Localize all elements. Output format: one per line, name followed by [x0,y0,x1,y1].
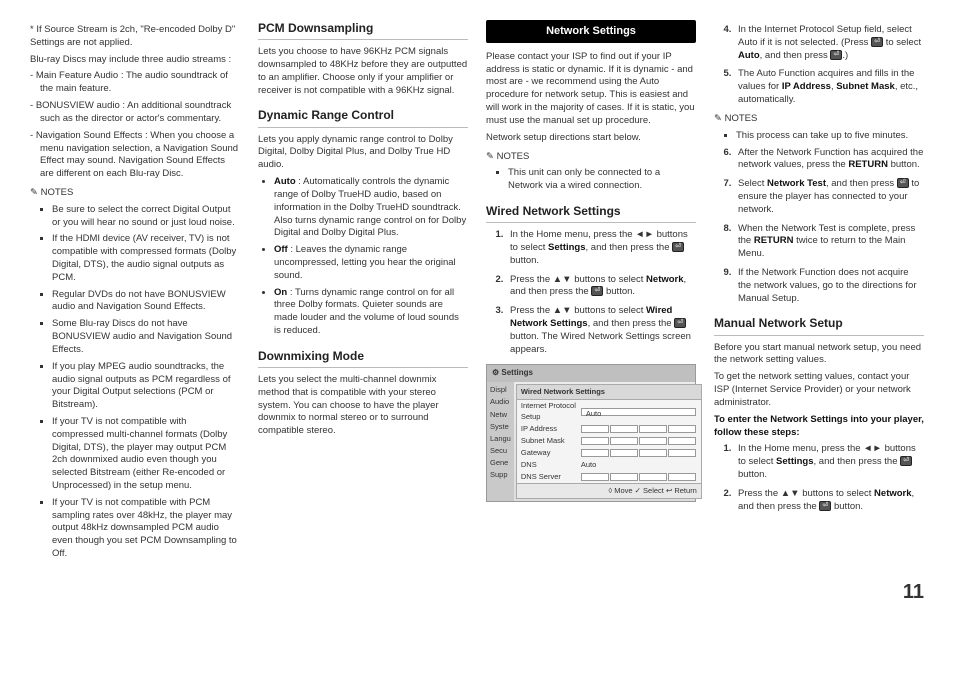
list-item: Press the ▲▼ buttons to select Wired Net… [506,305,696,356]
dialog-row: Internet Protocol SetupAuto [517,400,701,422]
list-item: BONUSVIEW audio : An additional soundtra… [40,100,240,126]
enter-icon [591,286,603,296]
column-2: PCM Downsampling Lets you choose to have… [258,20,468,565]
manual-p1: Before you start manual network setup, y… [714,342,924,368]
list-item: Off : Leaves the dynamic range uncompres… [274,244,468,282]
intro-line: Blu-ray Discs may include three audio st… [30,54,240,67]
column-3: Network Settings Please contact your ISP… [486,20,696,565]
net-body2: Network setup directions start below. [486,132,696,145]
drc-title: Dynamic Range Control [258,107,468,127]
wired-steps: In the Home menu, press the ◄► buttons t… [486,229,696,356]
sidebar-item: Secu [488,445,513,457]
column-1: * If Source Stream is 2ch, "Re-encoded D… [30,20,240,565]
wired-steps-cont: In the Internet Protocol Setup field, se… [714,24,924,107]
list-item: When the Network Test is complete, press… [734,223,924,261]
sidebar-item: Syste [488,421,513,433]
dialog-title: Wired Network Settings [517,385,701,400]
list-item: Press the ▲▼ buttons to select Network, … [734,488,924,514]
list-item: This unit can only be connected to a Net… [508,167,696,193]
list-item: Regular DVDs do not have BONUSVIEW audio… [52,289,240,315]
dialog-row: DNSAuto [517,459,701,471]
wired-title: Wired Network Settings [486,203,696,223]
net-body1: Please contact your ISP to find out if y… [486,51,696,128]
notes-list: Be sure to select the correct Digital Ou… [30,204,240,561]
manual-bold: To enter the Network Settings into your … [714,414,924,440]
column-4: In the Internet Protocol Setup field, se… [714,20,924,565]
list-item: In the Home menu, press the ◄► buttons t… [506,229,696,267]
list-item: This process can take up to five minutes… [736,130,924,143]
page-columns: * If Source Stream is 2ch, "Re-encoded D… [30,20,924,565]
manual-p2: To get the network setting values, conta… [714,371,924,409]
sidebar-item: Audio [488,396,513,408]
list-item: The Auto Function acquires and fills in … [734,68,924,106]
notes-list: This process can take up to five minutes… [714,130,924,143]
dialog-main: Wired Network Settings Internet Protocol… [516,384,702,499]
settings-dialog: ⚙ Settings Displ Audio Netw Syste Langu … [486,364,696,502]
sidebar-item: Langu [488,433,513,445]
enter-icon [674,318,686,328]
dialog-row: Subnet Mask [517,435,701,447]
list-item: If your TV is not compatible with PCM sa… [52,497,240,561]
list-item: If the HDMI device (AV receiver, TV) is … [52,233,240,284]
sidebar-item: Supp [488,469,513,481]
star-note: * If Source Stream is 2ch, "Re-encoded D… [30,24,240,50]
list-item: Select Network Test, and then press to e… [734,178,924,216]
list-item: On : Turns dynamic range control on for … [274,287,468,338]
dialog-sidebar: Displ Audio Netw Syste Langu Secu Gene S… [487,382,514,501]
list-item: Some Blu-ray Discs do not have BONUSVIEW… [52,318,240,356]
enter-icon [897,178,909,188]
enter-icon [871,37,883,47]
enter-icon [900,456,912,466]
dialog-row: Gateway [517,447,701,459]
wired-steps-cont2: After the Network Function has acquired … [714,147,924,306]
enter-icon [819,501,831,511]
notes-list: This unit can only be connected to a Net… [486,167,696,193]
notes-label: NOTES [486,151,696,164]
audio-streams-list: Main Feature Audio : The audio soundtrac… [30,70,240,181]
page-number: 11 [30,579,924,606]
down-body: Lets you select the multi-channel downmi… [258,374,468,438]
sidebar-item: Gene [488,457,513,469]
sidebar-item: Netw [488,409,513,421]
list-item: Main Feature Audio : The audio soundtrac… [40,70,240,96]
drc-body: Lets you apply dynamic range control to … [258,134,468,172]
list-item: If your TV is not compatible with compre… [52,416,240,493]
list-item: If you play MPEG audio soundtracks, the … [52,361,240,412]
dialog-row: IP Address [517,423,701,435]
list-item: In the Internet Protocol Setup field, se… [734,24,924,62]
list-item: After the Network Function has acquired … [734,147,924,173]
sidebar-item: Displ [488,384,513,396]
pcm-title: PCM Downsampling [258,20,468,40]
pcm-body: Lets you choose to have 96KHz PCM signal… [258,46,468,97]
manual-title: Manual Network Setup [714,315,924,335]
list-item: Navigation Sound Effects : When you choo… [40,130,240,181]
list-item: Be sure to select the correct Digital Ou… [52,204,240,230]
list-item: In the Home menu, press the ◄► buttons t… [734,443,924,481]
dialog-row: DNS Server [517,471,701,483]
enter-icon [830,50,842,60]
down-title: Downmixing Mode [258,348,468,368]
list-item: If the Network Function does not acquire… [734,267,924,305]
notes-label: NOTES [714,113,924,126]
manual-steps: In the Home menu, press the ◄► buttons t… [714,443,924,513]
notes-label: NOTES [30,187,240,200]
enter-icon [672,242,684,252]
list-item: Press the ▲▼ buttons to select Network, … [506,274,696,300]
network-settings-bar: Network Settings [486,20,696,43]
drc-options: Auto : Automatically controls the dynami… [258,176,468,338]
list-item: Auto : Automatically controls the dynami… [274,176,468,240]
dialog-footer: ◊ Move ✓ Select ↩ Return [517,483,701,498]
dialog-header: ⚙ Settings [487,365,695,382]
